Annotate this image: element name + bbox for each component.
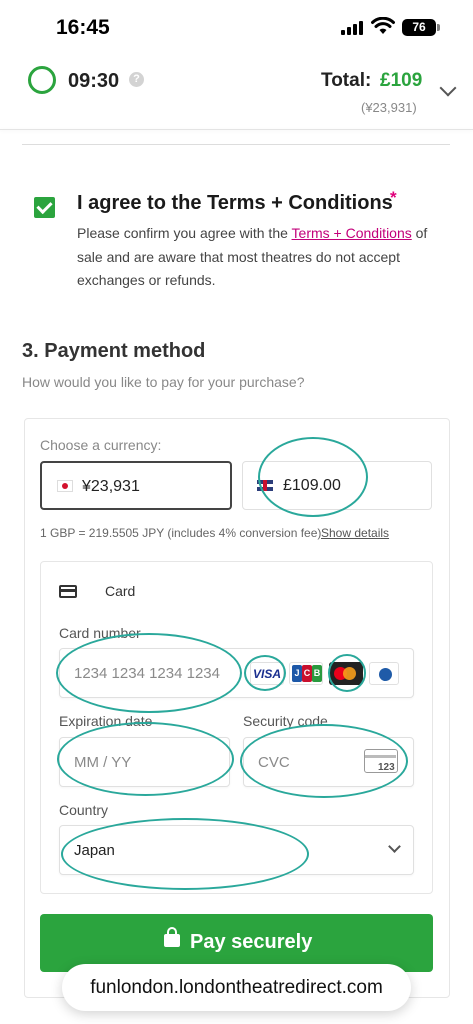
- japan-flag-icon: [58, 481, 72, 491]
- exchange-rate-note: 1 GBP = 219.5505 JPY (includes 4% conver…: [40, 526, 322, 540]
- payment-section-title: 3. Payment method: [22, 340, 206, 362]
- timer-icon: [28, 66, 56, 94]
- credit-card-icon: [59, 585, 77, 598]
- chevron-down-icon: [388, 840, 401, 853]
- currency-option-jpy[interactable]: ¥23,931: [40, 461, 232, 510]
- terms-body-start: Please confirm you agree with the: [77, 225, 292, 241]
- terms-body: Please confirm you agree with the Terms …: [77, 222, 449, 293]
- jcb-letter-b: B: [312, 665, 322, 682]
- total-value: £109: [380, 70, 423, 91]
- cvc-card-icon: 123: [364, 749, 398, 773]
- expiry-label: Expiration date: [59, 713, 153, 729]
- country-label: Country: [59, 802, 109, 818]
- status-time: 16:45: [56, 16, 110, 39]
- currency-label: Choose a currency:: [40, 437, 162, 453]
- terms-checkbox[interactable]: [34, 197, 55, 218]
- terms-link[interactable]: Terms + Conditions: [292, 225, 412, 241]
- header-divider: [0, 129, 473, 130]
- cvc-icon-number: 123: [378, 762, 395, 773]
- cvc-placeholder: CVC: [258, 754, 290, 771]
- status-bar: 16:45 76: [0, 0, 473, 56]
- diners-club-icon: [369, 662, 399, 685]
- country-select[interactable]: Japan: [59, 825, 414, 875]
- required-mark: *: [390, 188, 397, 207]
- lock-icon: [164, 927, 180, 947]
- chevron-down-icon[interactable]: [439, 79, 457, 97]
- pay-button-label: Pay securely: [190, 931, 313, 953]
- battery-icon: 76: [402, 19, 436, 36]
- total-jpy: (¥23,931): [361, 100, 417, 115]
- payment-section-subtitle: How would you like to pay for your purch…: [22, 374, 305, 390]
- total-label: Total:: [321, 70, 372, 91]
- uk-flag-icon: [257, 480, 273, 491]
- cellular-signal-icon: [341, 21, 365, 35]
- card-number-placeholder: 1234 1234 1234 1234: [74, 665, 220, 682]
- visa-icon: VISA: [250, 662, 284, 685]
- help-icon[interactable]: ?: [129, 72, 144, 87]
- checkout-header: 09:30 ? Total: £109 (¥23,931): [0, 56, 473, 130]
- cvc-label: Security code: [243, 713, 328, 729]
- jcb-letter-j: J: [292, 665, 302, 682]
- currency-option-gbp[interactable]: £109.00: [242, 461, 432, 510]
- currency-amount-jpy: ¥23,931: [82, 478, 140, 495]
- terms-title: I agree to the Terms + Conditions: [77, 192, 393, 214]
- expiry-placeholder: MM / YY: [74, 754, 132, 771]
- url-text: funlondon.londontheatredirect.com: [90, 977, 383, 998]
- battery-tip: [437, 24, 440, 31]
- currency-amount-gbp: £109.00: [283, 477, 341, 494]
- country-value: Japan: [74, 842, 115, 859]
- card-number-label: Card number: [59, 625, 141, 641]
- timer-countdown: 09:30: [68, 70, 120, 92]
- mastercard-icon: [329, 662, 363, 685]
- browser-url-bar[interactable]: funlondon.londontheatredirect.com: [62, 964, 411, 1011]
- jcb-icon: J C B: [289, 662, 323, 685]
- section-divider: [22, 144, 450, 145]
- show-details-link[interactable]: Show details: [321, 526, 389, 540]
- jcb-letter-c: C: [302, 665, 312, 682]
- card-tab-label[interactable]: Card: [105, 583, 135, 599]
- wifi-icon: [371, 17, 395, 34]
- expiry-input[interactable]: MM / YY: [59, 737, 230, 787]
